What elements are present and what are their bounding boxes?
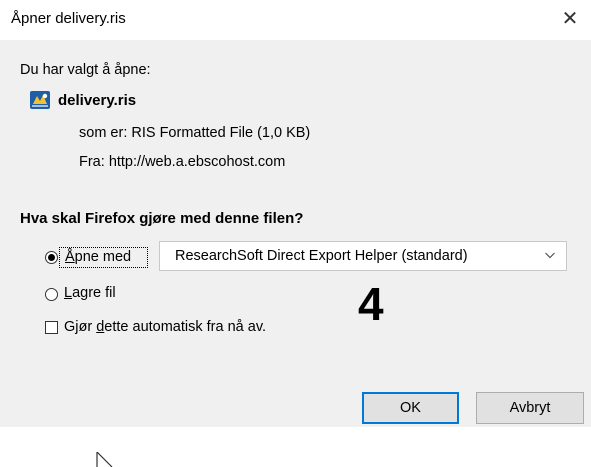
application-select[interactable]: ResearchSoft Direct Export Helper (stand… — [159, 241, 567, 271]
file-type-row: som er: RIS Formatted File (1,0 KB) — [79, 125, 310, 141]
close-icon: ✕ — [561, 8, 579, 30]
window-title: Åpner delivery.ris — [11, 10, 126, 27]
ris-file-icon — [30, 91, 50, 109]
dialog-content: Du har valgt å åpne: delivery.ris som er… — [0, 40, 591, 467]
file-type-value: RIS Formatted File (1,0 KB) — [131, 125, 311, 141]
file-source-row: Fra: http://web.a.ebscohost.com — [79, 154, 285, 170]
ok-button[interactable]: OK — [362, 392, 459, 424]
open-with-label[interactable]: Åpne med — [65, 249, 131, 265]
action-question: Hva skal Firefox gjøre med denne filen? — [20, 210, 304, 227]
close-button[interactable]: ✕ — [557, 6, 583, 32]
annotation-number: 4 — [358, 278, 384, 330]
mouse-cursor-icon — [96, 452, 113, 467]
open-with-radio[interactable] — [45, 251, 58, 264]
intro-text: Du har valgt å åpne: — [20, 62, 151, 78]
file-source-label: Fra: — [79, 154, 105, 170]
radio-selected-dot — [48, 254, 55, 261]
save-file-radio[interactable] — [45, 288, 58, 301]
application-select-value: ResearchSoft Direct Export Helper (stand… — [175, 248, 468, 264]
auto-action-label[interactable]: Gjør dette automatisk fra nå av. — [64, 319, 266, 335]
file-type-label: som er: — [79, 125, 128, 141]
file-source-value: http://web.a.ebscohost.com — [108, 154, 286, 170]
file-name: delivery.ris — [58, 92, 137, 109]
cancel-button[interactable]: Avbryt — [476, 392, 584, 424]
chevron-down-icon — [545, 252, 555, 259]
title-bar: Åpner delivery.ris ✕ — [0, 0, 591, 40]
auto-action-checkbox[interactable] — [45, 321, 58, 334]
save-file-label[interactable]: Lagre fil — [64, 285, 116, 301]
